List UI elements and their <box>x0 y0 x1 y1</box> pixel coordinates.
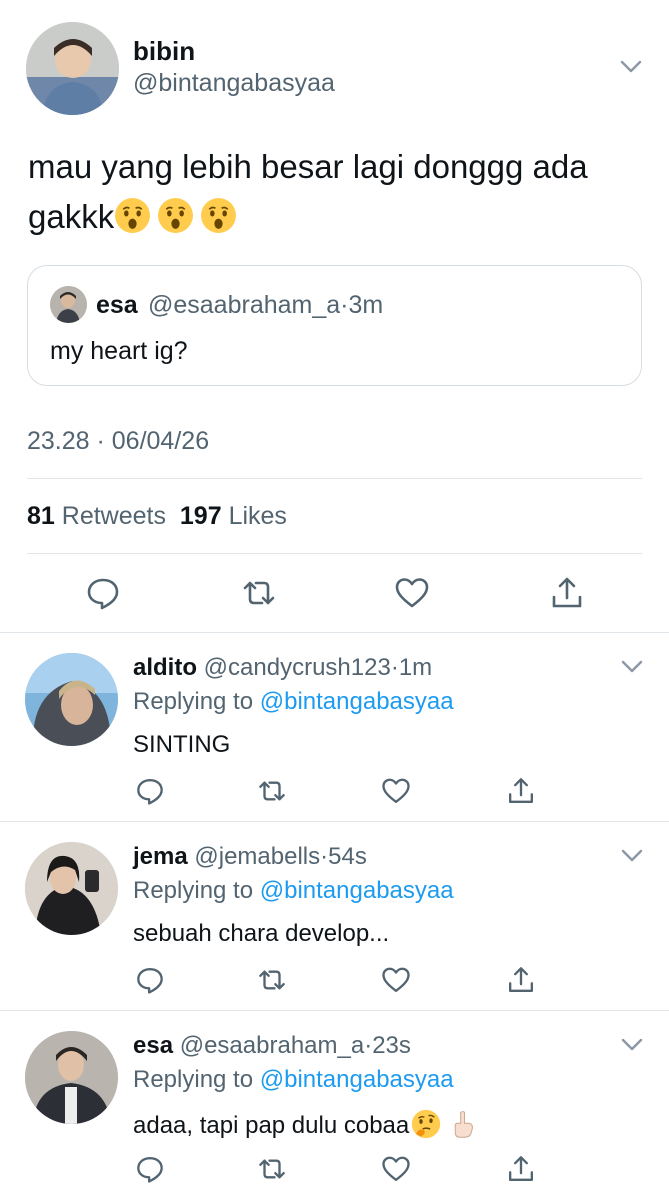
share-icon[interactable] <box>506 776 536 806</box>
share-icon[interactable] <box>549 575 585 611</box>
reply-header: esa @esaabraham_a·23s <box>133 1032 411 1060</box>
reply-author-avatar[interactable] <box>25 653 118 746</box>
quoted-author-meta: @esaabraham_a·3m <box>148 291 383 320</box>
retweet-icon[interactable] <box>257 965 287 995</box>
like-icon[interactable] <box>394 575 430 611</box>
thinking-face-emoji <box>411 1109 441 1139</box>
tweet-timestamp: 23.28 · 06/04/26 <box>27 427 210 455</box>
replying-to: Replying to @bintangabasyaa <box>133 688 454 716</box>
reply-text: sebuah chara develop... <box>133 920 390 947</box>
retweet-icon[interactable] <box>257 776 287 806</box>
chevron-down-icon[interactable] <box>621 849 643 863</box>
reply-icon[interactable] <box>135 776 165 806</box>
share-icon[interactable] <box>506 1154 536 1184</box>
astonished-face-emoji <box>114 197 151 234</box>
retweets-label[interactable]: Retweets <box>62 502 166 530</box>
reply-author-name[interactable]: jema <box>133 843 188 870</box>
reply-tweet[interactable]: aldito @candycrush123·1m Replying to @bi… <box>0 632 669 821</box>
reply-text: adaa, tapi pap dulu cobaa <box>133 1109 483 1140</box>
astonished-face-emoji <box>157 197 194 234</box>
quoted-author-handle: @esaabraham_a <box>148 291 341 319</box>
reply-author-avatar[interactable] <box>25 842 118 935</box>
reply-time: 1m <box>398 654 433 681</box>
reply-author-name[interactable]: aldito <box>133 654 197 681</box>
replying-to-handle[interactable]: @bintangabasyaa <box>260 1066 454 1093</box>
quoted-tweet-text: my heart ig? <box>50 337 188 365</box>
chevron-down-icon[interactable] <box>621 1038 643 1052</box>
reply-icon[interactable] <box>85 575 121 611</box>
author-avatar[interactable] <box>26 22 119 115</box>
index-pointing-up-emoji <box>449 1109 477 1139</box>
replying-to-label: Replying to <box>133 877 254 904</box>
chevron-down-icon[interactable] <box>620 60 642 74</box>
quoted-author-avatar <box>50 286 87 323</box>
share-icon[interactable] <box>506 965 536 995</box>
retweet-icon[interactable] <box>241 575 277 611</box>
reply-author-handle[interactable]: @esaabraham_a <box>180 1032 364 1059</box>
reply-icon[interactable] <box>135 965 165 995</box>
meta-separator: · <box>390 654 399 681</box>
like-icon[interactable] <box>381 1154 411 1184</box>
likes-count[interactable]: 197 <box>180 502 222 530</box>
likes-label[interactable]: Likes <box>229 502 287 530</box>
like-icon[interactable] <box>381 776 411 806</box>
divider <box>27 553 642 554</box>
reply-icon[interactable] <box>135 1154 165 1184</box>
replying-to: Replying to @bintangabasyaa <box>133 877 454 905</box>
reply-time: 54s <box>328 843 367 870</box>
tweet-text: mau yang lebih besar lagi donggg ada gak… <box>28 142 648 242</box>
retweets-count[interactable]: 81 <box>27 502 55 530</box>
quoted-author-name: esa <box>96 291 138 319</box>
reply-header: jema @jemabells·54s <box>133 843 367 871</box>
replying-to-handle[interactable]: @bintangabasyaa <box>260 877 454 904</box>
divider <box>27 478 642 479</box>
replying-to: Replying to @bintangabasyaa <box>133 1066 454 1094</box>
replying-to-handle[interactable]: @bintangabasyaa <box>260 688 454 715</box>
reply-time: 23s <box>372 1032 411 1059</box>
retweet-icon[interactable] <box>257 1154 287 1184</box>
meta-separator: · <box>320 843 329 870</box>
reply-tweet[interactable]: esa @esaabraham_a·23s Replying to @binta… <box>0 1010 669 1200</box>
reply-text-content: adaa, tapi pap dulu cobaa <box>133 1112 410 1139</box>
reply-author-handle[interactable]: @jemabells <box>194 843 320 870</box>
meta-separator: · <box>340 291 349 319</box>
tweet-text-content: mau yang lebih besar lagi donggg ada gak… <box>28 148 588 235</box>
astonished-face-emoji <box>200 197 237 234</box>
replying-to-label: Replying to <box>133 688 254 715</box>
chevron-down-icon[interactable] <box>621 660 643 674</box>
reply-author-handle[interactable]: @candycrush123 <box>204 654 391 681</box>
reply-author-name[interactable]: esa <box>133 1032 173 1059</box>
reply-header: aldito @candycrush123·1m <box>133 654 432 682</box>
reply-author-avatar[interactable] <box>25 1031 118 1124</box>
replying-to-label: Replying to <box>133 1066 254 1093</box>
author-name[interactable]: bibin <box>133 36 195 67</box>
meta-separator: · <box>364 1032 373 1059</box>
reply-text: SINTING <box>133 731 231 758</box>
reply-tweet[interactable]: jema @jemabells·54s Replying to @bintang… <box>0 821 669 1010</box>
quoted-time: 3m <box>348 291 384 319</box>
like-icon[interactable] <box>381 965 411 995</box>
quoted-tweet-card[interactable]: esa @esaabraham_a·3m my heart ig? <box>27 265 642 386</box>
tweet-stats: 81 Retweets 197 Likes <box>27 502 287 531</box>
author-handle[interactable]: @bintangabasyaa <box>133 69 335 98</box>
